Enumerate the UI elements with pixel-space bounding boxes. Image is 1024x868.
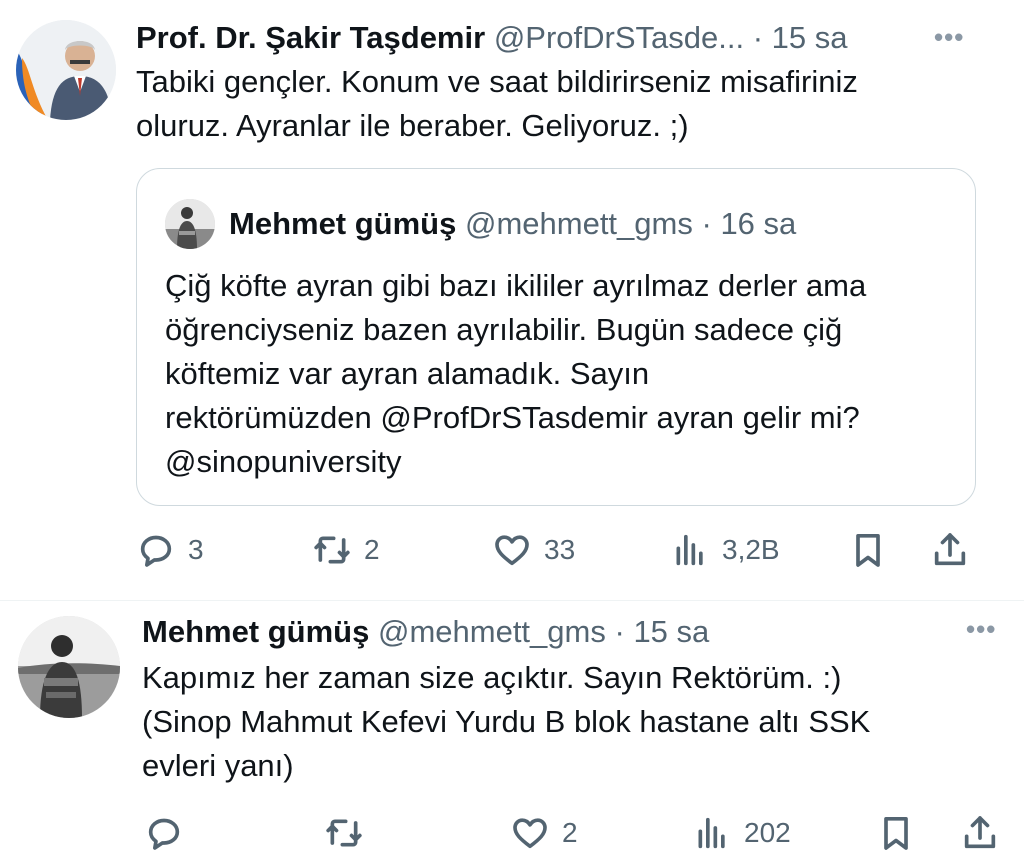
author-handle[interactable]: @ProfDrSTasde... (494, 20, 744, 55)
more-options-icon[interactable]: ••• (966, 614, 996, 645)
view-count: 202 (744, 817, 791, 848)
views-icon (676, 534, 703, 566)
tweet-text: Tabiki gençler. Konum ve saat bildirirse… (136, 64, 858, 143)
retweet-button[interactable]: 2 (312, 525, 380, 575)
reply-icon (148, 818, 180, 850)
bookmark-icon (884, 817, 908, 850)
retweet-icon (326, 819, 362, 847)
quoted-tweet-time[interactable]: 16 sa (720, 206, 796, 241)
like-icon (495, 535, 529, 566)
tweet-header: Mehmet gümüş @mehmett_gms · 15 sa (142, 614, 709, 650)
tweet-header: Prof. Dr. Şakir Taşdemir @ProfDrSTasde..… (136, 20, 848, 56)
share-button[interactable] (960, 808, 1000, 858)
bookmark-icon (856, 534, 880, 567)
avatar-photo (16, 20, 116, 120)
reply-button[interactable]: 3 (136, 525, 204, 575)
share-icon (964, 816, 996, 849)
separator: · (701, 206, 712, 241)
bookmark-button[interactable] (876, 808, 916, 858)
quoted-tweet-text: Çiğ köfte ayran gibi bazı ikililer ayrıl… (165, 268, 867, 479)
like-button[interactable]: 2 (510, 808, 578, 858)
views-button[interactable]: 3,2B (670, 525, 780, 575)
views-icon (698, 817, 725, 849)
author-handle[interactable]: @mehmett_gms (378, 614, 606, 649)
author-avatar[interactable] (18, 616, 120, 718)
tweet-reply-student[interactable]: Mehmet gümüş @mehmett_gms · 15 sa ••• Ka… (0, 600, 1024, 868)
author-name[interactable]: Mehmet gümüş (142, 614, 369, 649)
retweet-icon (314, 536, 350, 564)
quoted-author-avatar[interactable] (165, 199, 215, 249)
share-icon (934, 533, 966, 566)
tweet-time[interactable]: 15 sa (633, 614, 709, 649)
tweet-actions: 3 2 33 3,2B (0, 525, 1024, 575)
like-count: 33 (544, 534, 576, 565)
like-count: 2 (562, 817, 578, 848)
retweet-count: 2 (364, 534, 380, 565)
quoted-tweet-header: Mehmet gümüş @mehmett_gms · 16 sa (229, 206, 796, 242)
retweet-button[interactable] (324, 808, 376, 858)
reply-button[interactable] (144, 808, 196, 858)
tweet-reply-professor[interactable]: Prof. Dr. Şakir Taşdemir @ProfDrSTasde..… (0, 0, 1024, 600)
avatar-photo (18, 616, 120, 718)
quoted-author-handle[interactable]: @mehmett_gms (465, 206, 693, 241)
reply-icon (140, 535, 172, 567)
like-button[interactable]: 33 (492, 525, 575, 575)
reply-count: 3 (188, 534, 204, 565)
separator: · (614, 614, 625, 649)
separator: · (752, 20, 764, 55)
quoted-author-name[interactable]: Mehmet gümüş (229, 206, 456, 241)
author-avatar[interactable] (16, 20, 116, 120)
quoted-tweet[interactable]: Mehmet gümüş @mehmett_gms · 16 sa Çiğ kö… (136, 168, 976, 506)
views-button[interactable]: 202 (692, 808, 791, 858)
view-count: 3,2B (722, 534, 780, 565)
avatar-photo (165, 199, 215, 249)
bookmark-button[interactable] (848, 525, 888, 575)
like-icon (513, 818, 547, 849)
share-button[interactable] (930, 525, 970, 575)
more-options-icon[interactable]: ••• (934, 22, 964, 53)
tweet-text: Kapımız her zaman size açıktır. Sayın Re… (142, 660, 871, 783)
tweet-actions: 2 202 (0, 808, 1024, 858)
tweet-time[interactable]: 15 sa (772, 20, 848, 55)
author-name[interactable]: Prof. Dr. Şakir Taşdemir (136, 20, 485, 55)
